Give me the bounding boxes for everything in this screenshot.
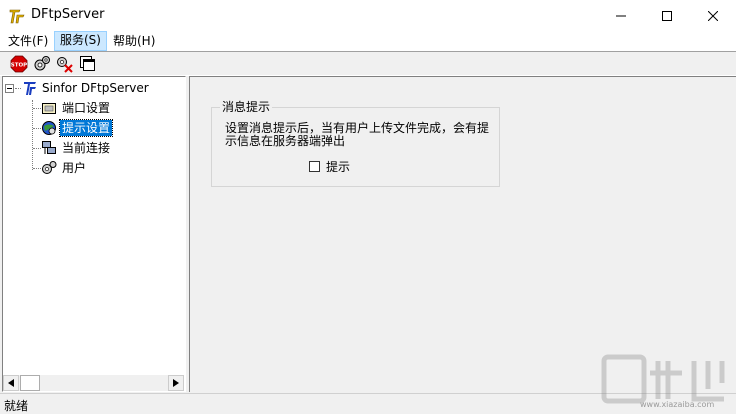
- svg-text:STOP: STOP: [11, 63, 27, 69]
- notify-checkbox[interactable]: [309, 160, 320, 172]
- window-title: DFtpServer: [31, 7, 105, 22]
- menu-help[interactable]: 帮助(H): [108, 32, 160, 50]
- group-title: 消息提示: [220, 99, 273, 115]
- minimize-icon: [616, 15, 626, 16]
- toolbar: STOP: [0, 52, 736, 76]
- notify-settings-icon: [42, 121, 56, 135]
- notify-checkbox-row[interactable]: 提示: [309, 158, 350, 175]
- notify-checkbox-label[interactable]: 提示: [326, 158, 350, 175]
- arrow-right-icon: [173, 379, 179, 387]
- menu-bar: 文件(F) 服务(S) 帮助(H): [0, 31, 736, 51]
- disconnect-button[interactable]: [55, 54, 75, 74]
- app-icon: [9, 9, 25, 24]
- config-button[interactable]: [32, 54, 52, 74]
- tree-horizontal-scrollbar[interactable]: [3, 375, 184, 391]
- maximize-button[interactable]: [644, 0, 690, 31]
- title-bar: DFtpServer: [0, 0, 736, 31]
- windows-button[interactable]: [78, 54, 98, 74]
- close-button[interactable]: [690, 0, 736, 31]
- stop-button[interactable]: STOP: [9, 54, 29, 74]
- server-icon: [24, 82, 36, 95]
- port-settings-icon: [42, 103, 56, 114]
- tree-pane[interactable]: Sinfor DFtpServer 端口设置 提示设置 当前连接 用户: [2, 76, 186, 392]
- scroll-thumb[interactable]: [20, 375, 40, 391]
- arrow-left-icon: [8, 379, 14, 387]
- menu-file[interactable]: 文件(F): [3, 32, 53, 50]
- close-icon: [708, 10, 718, 21]
- connections-icon: [42, 141, 56, 154]
- scroll-left-button[interactable]: [3, 375, 19, 391]
- scroll-right-button[interactable]: [168, 375, 184, 391]
- windows-icon: [80, 56, 95, 71]
- menu-service[interactable]: 服务(S): [54, 31, 107, 51]
- minimize-button[interactable]: [598, 0, 644, 31]
- tree-root-label[interactable]: Sinfor DFtpServer: [42, 80, 149, 96]
- users-icon: [42, 161, 57, 174]
- collapse-toggle[interactable]: [5, 84, 14, 93]
- status-text: 就绪: [4, 399, 29, 413]
- watermark-url: www.xiazaiba.com: [640, 400, 715, 409]
- notification-groupbox: 消息提示 设置消息提示后，当有用户上传文件完成，会有提示信息在服务器端弹出 提示: [211, 99, 500, 187]
- disconnect-icon: [57, 57, 73, 73]
- maximize-icon: [662, 10, 672, 21]
- stop-icon: STOP: [10, 55, 28, 73]
- settings-pane: 消息提示 设置消息提示后，当有用户上传文件完成，会有提示信息在服务器端弹出 提示: [189, 76, 736, 392]
- tree-branch-line: [32, 100, 33, 170]
- config-icon: [34, 56, 50, 71]
- notification-description: 设置消息提示后，当有用户上传文件完成，会有提示信息在服务器端弹出: [225, 121, 490, 148]
